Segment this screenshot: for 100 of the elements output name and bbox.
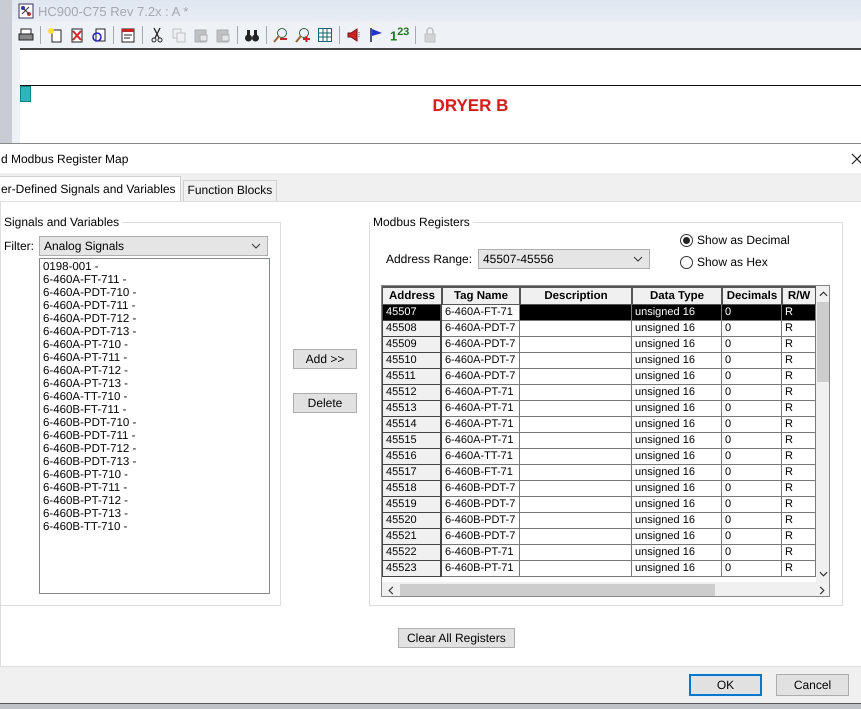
table-cell: 45520 <box>382 513 442 529</box>
table-cell: 45511 <box>382 369 442 385</box>
signal-item[interactable]: 6-460A-PT-711 - <box>43 352 266 365</box>
cut-icon[interactable] <box>149 27 165 43</box>
refresh-page-icon[interactable] <box>91 27 107 43</box>
table-cell: 45509 <box>382 337 442 353</box>
filter-dropdown[interactable]: Analog Signals <box>39 236 268 256</box>
table-cell: 6-460B-PDT-7 <box>442 513 520 529</box>
printer-icon[interactable] <box>18 27 34 43</box>
vertical-scrollbar[interactable] <box>816 286 829 582</box>
table-cell: unsigned 16 <box>632 321 722 337</box>
column-header[interactable]: Decimals <box>722 286 782 305</box>
signal-item[interactable]: 6-460B-PDT-710 - <box>43 417 266 430</box>
signal-item[interactable]: 6-460B-PDT-712 - <box>43 443 266 456</box>
clear-all-registers-button[interactable]: Clear All Registers <box>398 628 515 648</box>
table-cell: 0 <box>722 449 782 465</box>
radio-option[interactable]: Show as Hex <box>680 255 790 269</box>
table-cell: unsigned 16 <box>632 497 722 513</box>
signal-item[interactable]: 6-460B-FT-711 - <box>43 404 266 417</box>
table-cell: 6-460B-PT-71 <box>442 561 520 577</box>
table-cell: R <box>782 385 816 401</box>
signal-item[interactable]: 6-460A-PDT-711 - <box>43 300 266 313</box>
dialog-button[interactable]: Cancel <box>776 674 849 696</box>
add-button[interactable]: Add >> <box>293 349 357 369</box>
table-cell: 6-460A-PDT-7 <box>442 321 520 337</box>
table-cell: 6-460A-PDT-7 <box>442 369 520 385</box>
signal-item[interactable]: 6-460B-PT-710 - <box>43 469 266 482</box>
tab[interactable]: Function Blocks <box>182 180 278 201</box>
group-title: Modbus Registers <box>370 215 473 229</box>
table-cell: 0 <box>722 385 782 401</box>
table-cell: 45513 <box>382 401 442 417</box>
table-cell: unsigned 16 <box>632 513 722 529</box>
signal-item[interactable]: 6-460A-PT-713 - <box>43 378 266 391</box>
table-cell: 0 <box>722 433 782 449</box>
column-header[interactable]: Address <box>382 286 442 305</box>
signal-item[interactable]: 6-460A-FT-711 - <box>43 274 266 287</box>
dialog-title: d Modbus Register Map <box>1 152 128 166</box>
table-cell: R <box>782 513 816 529</box>
table-cell: 45508 <box>382 321 442 337</box>
scroll-up-icon[interactable] <box>819 291 828 297</box>
address-range-dropdown[interactable]: 45507-45556 <box>478 249 650 269</box>
column-header[interactable]: Description <box>520 286 632 305</box>
scroll-down-icon[interactable] <box>819 571 828 577</box>
delete-button[interactable]: Delete <box>293 393 357 413</box>
signal-item[interactable]: 6-460B-PDT-713 - <box>43 456 266 469</box>
table-cell: 45522 <box>382 545 442 561</box>
table-cell: unsigned 16 <box>632 545 722 561</box>
table-cell: 0 <box>722 465 782 481</box>
table-cell: 6-460B-FT-71 <box>442 465 520 481</box>
dialog-button[interactable]: OK <box>689 674 762 696</box>
signal-item[interactable]: 6-460A-PT-710 - <box>43 339 266 352</box>
table-cell: 45507 <box>382 305 442 321</box>
table-cell: 45516 <box>382 449 442 465</box>
new-page-icon[interactable] <box>47 27 63 43</box>
signal-item[interactable]: 0198-001 - <box>43 261 266 274</box>
table-cell: R <box>782 497 816 513</box>
properties-icon[interactable] <box>120 27 136 43</box>
flag-icon[interactable] <box>368 27 384 43</box>
selection-handle[interactable] <box>20 86 31 102</box>
table-cell: 0 <box>722 401 782 417</box>
table-cell: 0 <box>722 513 782 529</box>
speaker-icon[interactable] <box>346 27 362 43</box>
table-cell: 6-460B-PDT-7 <box>442 529 520 545</box>
radio-option[interactable]: Show as Decimal <box>680 233 790 247</box>
grid-icon[interactable] <box>317 27 333 43</box>
table-cell: unsigned 16 <box>632 353 722 369</box>
signal-item[interactable]: 6-460B-TT-710 - <box>43 521 266 534</box>
signal-item[interactable]: 6-460B-PT-711 - <box>43 482 266 495</box>
signal-item[interactable]: 6-460A-PDT-712 - <box>43 313 266 326</box>
table-cell: 6-460B-PDT-7 <box>442 497 520 513</box>
column-header[interactable]: Data Type <box>632 286 722 305</box>
table-cell: 0 <box>722 417 782 433</box>
binoculars-icon[interactable] <box>244 27 260 43</box>
column-header[interactable]: Tag Name <box>442 286 520 305</box>
table-cell: unsigned 16 <box>632 481 722 497</box>
column-header[interactable]: R/W <box>782 286 816 305</box>
table-cell: R <box>782 353 816 369</box>
signal-item[interactable]: 6-460B-PT-712 - <box>43 495 266 508</box>
signal-item[interactable]: 6-460A-PDT-710 - <box>43 287 266 300</box>
table-cell: 6-460A-PDT-7 <box>442 353 520 369</box>
delete-page-icon[interactable] <box>69 27 85 43</box>
table-cell: 6-460A-PT-71 <box>442 417 520 433</box>
signal-item[interactable]: 6-460B-PDT-711 - <box>43 430 266 443</box>
table-cell: 0 <box>722 481 782 497</box>
tab[interactable]: er-Defined Signals and Variables <box>0 176 181 201</box>
close-icon[interactable] <box>851 152 861 164</box>
horizontal-scrollbar[interactable] <box>382 582 829 596</box>
table-cell: 0 <box>722 561 782 577</box>
table-cell: 6-460B-PT-71 <box>442 545 520 561</box>
table-cell: unsigned 16 <box>632 449 722 465</box>
scroll-left-icon[interactable] <box>388 586 394 594</box>
scroll-right-icon[interactable] <box>819 586 825 594</box>
zoom-out-icon[interactable] <box>273 27 289 43</box>
table-cell: 0 <box>722 353 782 369</box>
table-cell: 45515 <box>382 433 442 449</box>
signal-item[interactable]: 6-460A-PDT-713 - <box>43 326 266 339</box>
signal-item[interactable]: 6-460A-PT-712 - <box>43 365 266 378</box>
zoom-in-icon[interactable] <box>295 27 311 43</box>
signal-item[interactable]: 6-460A-TT-710 - <box>43 391 266 404</box>
signal-item[interactable]: 6-460B-PT-713 - <box>43 508 266 521</box>
